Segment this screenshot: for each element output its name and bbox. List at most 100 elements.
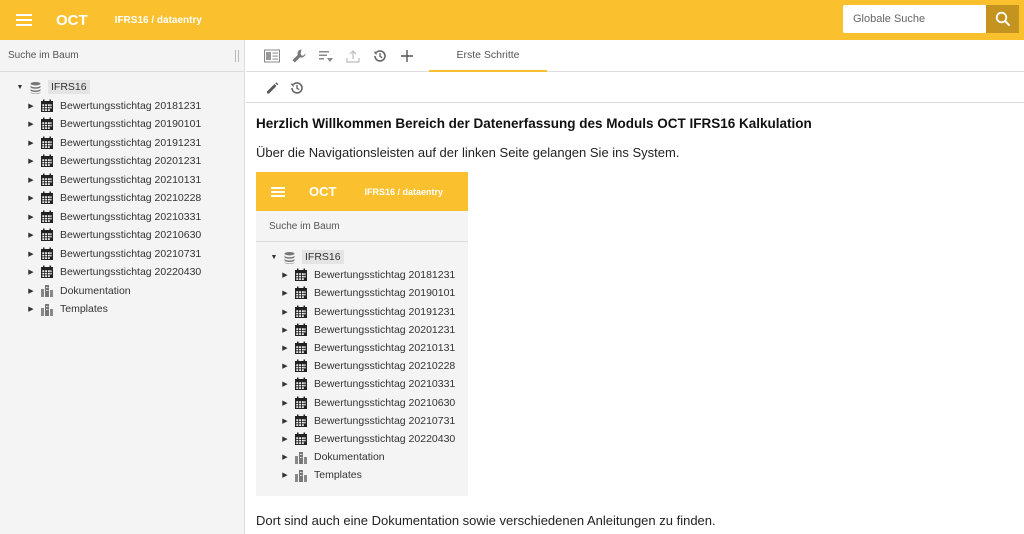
expand-right-icon[interactable]: ▶ <box>26 102 36 110</box>
screenshot-tree-search-label: Suche im Baum <box>269 220 340 232</box>
screenshot-tree-item: ▶ Bewertungsstichtag 20210331 <box>256 375 468 393</box>
screenshot-tree-item-label: Bewertungsstichtag 20190101 <box>314 287 456 300</box>
navigation-screenshot: OCT IFRS16 / dataentry Suche im Baum ▼ I… <box>256 172 468 496</box>
tree-item-label: Bewertungsstichtag 20210228 <box>60 192 202 205</box>
expand-right-icon[interactable]: ▶ <box>26 213 36 221</box>
calendar-icon <box>294 359 308 373</box>
database-icon <box>283 251 296 264</box>
expand-right-icon[interactable]: ▶ <box>26 194 36 202</box>
tree-search[interactable]: Suche im Baum <box>0 40 244 72</box>
intro-text: Über die Navigationsleisten auf der link… <box>256 145 680 160</box>
calendar-icon <box>40 136 54 150</box>
screenshot-tree-search: Suche im Baum <box>256 211 468 242</box>
calendar-icon <box>40 99 54 113</box>
calendar-icon <box>294 414 308 428</box>
expand-right-icon: ▶ <box>282 363 288 371</box>
resize-handle[interactable] <box>235 50 239 62</box>
screenshot-brand: OCT <box>309 184 337 199</box>
screenshot-tree-item: ▶ Bewertungsstichtag 20181231 <box>256 266 468 284</box>
expand-right-icon[interactable]: ▶ <box>26 287 36 295</box>
main-toolbar: Erste Schritte <box>246 40 1024 72</box>
breadcrumb: IFRS16 / dataentry <box>114 14 202 26</box>
filter-button[interactable] <box>315 45 337 67</box>
city-icon <box>40 284 54 298</box>
city-icon <box>40 303 54 316</box>
menu-icon <box>271 186 285 197</box>
add-button[interactable] <box>396 45 418 67</box>
database-icon <box>29 81 42 94</box>
expand-right-icon: ▶ <box>282 454 288 462</box>
content-area: Herzlich Willkommen Bereich der Datenerf… <box>256 103 1016 528</box>
calendar-icon <box>294 377 308 391</box>
tree-item[interactable]: ▶ Bewertungsstichtag 20190101 <box>0 115 244 134</box>
history-button[interactable] <box>369 45 391 67</box>
tree-item[interactable]: ▶ Bewertungsstichtag 20210731 <box>0 245 244 264</box>
history-icon <box>290 81 303 94</box>
history-icon <box>373 49 386 62</box>
screenshot-tree-item: ▶ Bewertungsstichtag 20220430 <box>256 430 468 448</box>
tree-item[interactable]: ▶ Bewertungsstichtag 20210630 <box>0 226 244 245</box>
city-icon <box>294 469 308 482</box>
expand-right-icon[interactable]: ▶ <box>26 250 36 258</box>
expand-right-icon[interactable]: ▶ <box>26 157 36 165</box>
screenshot-tree-item-label: Bewertungsstichtag 20191231 <box>314 305 456 318</box>
plus-icon <box>401 49 413 62</box>
screenshot-tree-item: ▶ Bewertungsstichtag 20210131 <box>256 339 468 357</box>
screenshot-tree-item-label: Bewertungsstichtag 20220430 <box>314 432 456 445</box>
screenshot-breadcrumb: IFRS16 / dataentry <box>364 186 443 197</box>
app-brand[interactable]: OCT <box>56 12 88 29</box>
expand-right-icon: ▶ <box>282 272 288 280</box>
tree-item[interactable]: ▶ Bewertungsstichtag 20181231 <box>0 97 244 116</box>
screenshot-tree-item-label: Bewertungsstichtag 20210630 <box>314 396 456 409</box>
tab-erste-schritte[interactable]: Erste Schritte <box>429 40 547 72</box>
wrench-icon <box>292 49 306 62</box>
expand-right-icon: ▶ <box>282 472 288 480</box>
tree-item-label: Templates <box>60 303 108 316</box>
tree-root-label: IFRS16 <box>48 80 90 95</box>
search-icon <box>995 11 1010 27</box>
calendar-icon <box>40 247 54 261</box>
expand-right-icon[interactable]: ▶ <box>26 305 36 313</box>
screenshot-tree-item: ▶ Templates <box>256 466 468 484</box>
calendar-icon <box>294 268 308 282</box>
screenshot-tree-item-label: Templates <box>314 469 362 482</box>
tree-item[interactable]: ▶ Bewertungsstichtag 20210228 <box>0 189 244 208</box>
tree-item[interactable]: ▶ Templates <box>0 300 244 319</box>
global-search-input[interactable] <box>843 5 986 33</box>
view-button[interactable] <box>261 45 283 67</box>
pencil-icon <box>267 81 279 93</box>
calendar-icon <box>294 305 308 319</box>
calendar-icon <box>294 286 308 300</box>
expand-right-icon: ▶ <box>282 417 288 425</box>
tree-item[interactable]: ▶ Bewertungsstichtag 20220430 <box>0 263 244 282</box>
history-button-2[interactable] <box>286 77 308 99</box>
expand-right-icon[interactable]: ▶ <box>26 120 36 128</box>
expand-right-icon[interactable]: ▶ <box>26 176 36 184</box>
menu-icon[interactable] <box>16 14 32 26</box>
app-header: OCT IFRS16 / dataentry <box>0 0 1024 40</box>
tree-search-label: Suche im Baum <box>8 50 79 61</box>
settings-button[interactable] <box>288 45 310 67</box>
tree-item[interactable]: ▶ Dokumentation <box>0 282 244 301</box>
tree-item[interactable]: ▶ Bewertungsstichtag 20210331 <box>0 208 244 227</box>
expand-down-icon[interactable]: ▼ <box>15 84 25 91</box>
tree-item[interactable]: ▶ Bewertungsstichtag 20201231 <box>0 152 244 171</box>
tree-item[interactable]: ▶ Bewertungsstichtag 20210131 <box>0 171 244 190</box>
search-button[interactable] <box>986 5 1019 33</box>
expand-right-icon[interactable]: ▶ <box>26 268 36 276</box>
tree-item[interactable]: ▶ Bewertungsstichtag 20191231 <box>0 134 244 153</box>
tree-root[interactable]: ▼ IFRS16 <box>0 78 244 97</box>
screenshot-tree-item-label: Bewertungsstichtag 20210731 <box>314 414 456 427</box>
page-heading: Herzlich Willkommen Bereich der Datenerf… <box>256 116 812 131</box>
upload-button[interactable] <box>342 45 364 67</box>
expand-right-icon[interactable]: ▶ <box>26 231 36 239</box>
list-view-icon <box>264 49 280 62</box>
edit-button[interactable] <box>261 77 283 99</box>
expand-right-icon[interactable]: ▶ <box>26 139 36 147</box>
expand-right-icon: ▶ <box>282 435 288 443</box>
tree-item-label: Bewertungsstichtag 20210331 <box>60 210 202 223</box>
screenshot-tree-item-label: Bewertungsstichtag 20210331 <box>314 378 456 391</box>
tree-item-label: Bewertungsstichtag 20210731 <box>60 247 202 260</box>
city-icon <box>294 451 308 464</box>
calendar-icon <box>294 341 308 355</box>
